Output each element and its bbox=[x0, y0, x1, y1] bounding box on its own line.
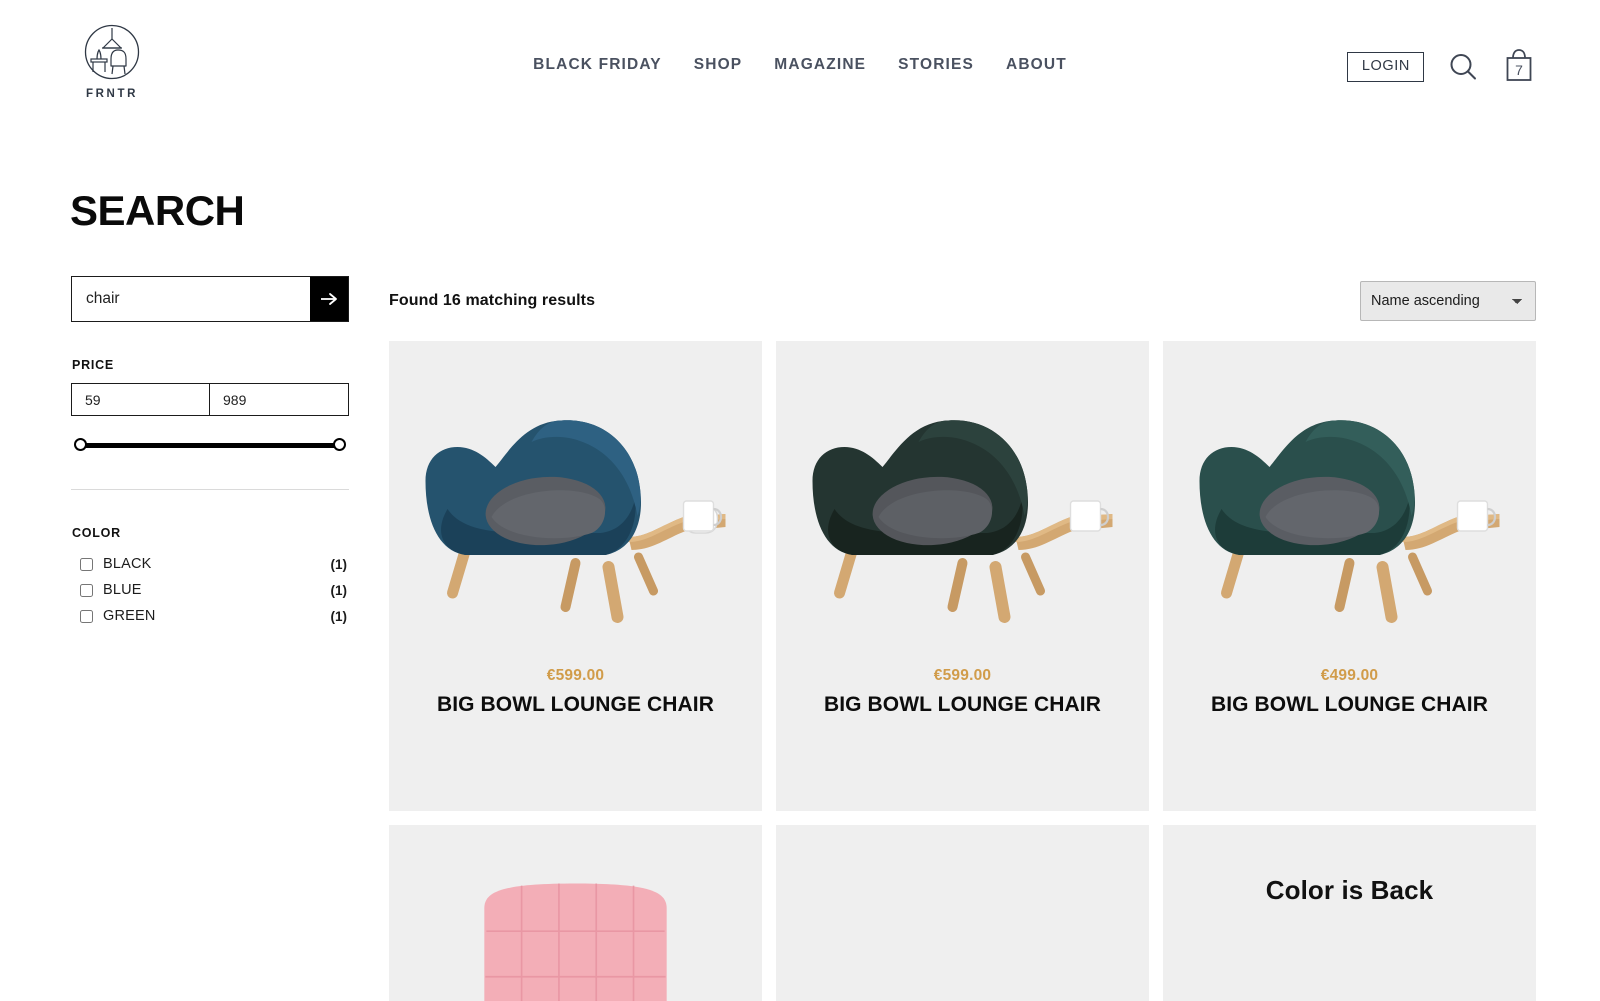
cart-button[interactable]: 7 bbox=[1502, 46, 1536, 88]
slider-handle-max[interactable] bbox=[333, 438, 346, 451]
price-min-input[interactable] bbox=[71, 383, 210, 416]
brand-name: FRNTR bbox=[86, 88, 138, 100]
price-max-input[interactable] bbox=[210, 383, 349, 416]
search-results-page: FRNTR BLACK FRIDAY SHOP MAGAZINE STORIES… bbox=[0, 0, 1600, 1001]
search-icon bbox=[1450, 54, 1476, 80]
dark-green-lounge-chair-image bbox=[782, 341, 1143, 659]
teal-lounge-chair-image bbox=[1169, 341, 1530, 659]
color-count-green: (1) bbox=[330, 608, 348, 624]
nav-item-black-friday[interactable]: BLACK FRIDAY bbox=[533, 56, 662, 74]
product-title: BIG BOWL LOUNGE CHAIR bbox=[436, 693, 715, 716]
page-title: SEARCH bbox=[70, 187, 245, 234]
product-grid: €599.00 BIG BOWL LOUNGE CHAIR €599.00 BI… bbox=[389, 341, 1536, 1001]
results-count-text: Found 16 matching results bbox=[389, 292, 596, 309]
color-option-green[interactable]: GREEN (1) bbox=[71, 603, 349, 629]
sort-select[interactable]: Name ascendingName descendingPrice ascen… bbox=[1360, 281, 1536, 321]
color-filter-list: BLACK (1) BLUE (1) GREEN (1) bbox=[71, 551, 349, 629]
price-range-inputs bbox=[71, 383, 349, 416]
color-checkbox-blue[interactable] bbox=[80, 583, 93, 597]
slider-track bbox=[80, 443, 340, 448]
product-price: €599.00 bbox=[933, 667, 992, 684]
color-checkbox-green[interactable] bbox=[80, 609, 93, 623]
site-header: FRNTR BLACK FRIDAY SHOP MAGAZINE STORIES… bbox=[0, 0, 1600, 128]
product-card-placeholder[interactable] bbox=[776, 825, 1149, 1001]
price-range-slider[interactable] bbox=[74, 435, 346, 457]
filters-sidebar: PRICE COLOR BLACK (1) bbox=[64, 276, 349, 1001]
product-title: BIG BOWL LOUNGE CHAIR bbox=[823, 693, 1102, 716]
furniture-circle-logo-icon bbox=[84, 24, 140, 80]
results-header: Found 16 matching results Name ascending… bbox=[389, 278, 1536, 324]
color-label-blue: BLUE bbox=[103, 582, 142, 598]
price-filter-label: PRICE bbox=[72, 358, 114, 372]
color-option-blue[interactable]: BLUE (1) bbox=[71, 577, 349, 603]
pink-tufted-sofa-image bbox=[389, 825, 762, 1001]
product-card[interactable] bbox=[389, 825, 762, 1001]
nav-item-shop[interactable]: SHOP bbox=[694, 56, 743, 74]
search-form bbox=[71, 276, 349, 322]
content-columns: PRICE COLOR BLACK (1) bbox=[64, 276, 1536, 1001]
nav-item-magazine[interactable]: MAGAZINE bbox=[774, 56, 866, 74]
promo-card[interactable]: Color is Back bbox=[1163, 825, 1536, 1001]
brand-logo[interactable]: FRNTR bbox=[70, 22, 154, 101]
color-count-blue: (1) bbox=[330, 582, 348, 598]
blue-lounge-chair-image bbox=[395, 341, 756, 659]
product-price: €499.00 bbox=[1320, 667, 1379, 684]
search-submit-button[interactable] bbox=[310, 277, 348, 321]
nav-item-stories[interactable]: STORIES bbox=[898, 56, 974, 74]
page-content: SEARCH PRICE bbox=[0, 190, 1600, 1001]
product-card[interactable]: €599.00 BIG BOWL LOUNGE CHAIR bbox=[389, 341, 762, 811]
search-input[interactable] bbox=[72, 277, 310, 321]
product-card[interactable]: €499.00 BIG BOWL LOUNGE CHAIR bbox=[1163, 341, 1536, 811]
product-card[interactable]: €599.00 BIG BOWL LOUNGE CHAIR bbox=[776, 341, 1149, 811]
product-title: BIG BOWL LOUNGE CHAIR bbox=[1210, 693, 1489, 716]
login-button[interactable]: LOGIN bbox=[1346, 52, 1424, 82]
header-actions: LOGIN 7 bbox=[1346, 46, 1536, 88]
color-label-black: BLACK bbox=[103, 556, 152, 572]
slider-handle-min[interactable] bbox=[74, 438, 87, 451]
arrow-right-icon bbox=[321, 293, 337, 305]
color-label-green: GREEN bbox=[103, 608, 156, 624]
results-column: Found 16 matching results Name ascending… bbox=[348, 276, 1536, 1001]
promo-title: Color is Back bbox=[1265, 875, 1434, 905]
color-count-black: (1) bbox=[330, 556, 348, 572]
color-filter-label: COLOR bbox=[72, 526, 121, 540]
cart-count: 7 bbox=[1515, 62, 1523, 78]
search-button[interactable] bbox=[1446, 50, 1480, 84]
nav-item-about[interactable]: ABOUT bbox=[1006, 56, 1067, 74]
color-checkbox-black[interactable] bbox=[80, 557, 93, 571]
product-price: €599.00 bbox=[546, 667, 605, 684]
color-option-black[interactable]: BLACK (1) bbox=[71, 551, 349, 577]
filter-divider bbox=[71, 489, 349, 490]
